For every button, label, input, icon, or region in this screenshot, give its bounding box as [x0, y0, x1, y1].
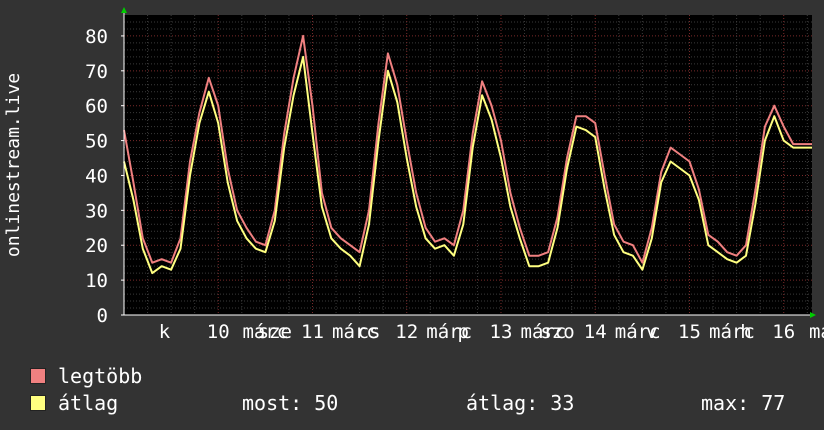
legend-max-swatch — [30, 368, 46, 384]
legend-max: legtöbb — [30, 366, 142, 386]
y-axis-arrow — [121, 7, 127, 13]
y-tick-label: 60 — [85, 96, 108, 118]
x-tick-label: 16 — [772, 321, 795, 343]
x-tick-label: h — [740, 321, 751, 343]
y-tick-label: 40 — [85, 165, 108, 187]
x-tick-label: sze — [258, 321, 292, 343]
chart: 01020304050607080 k 10 márcsze 11 márccs 12 má… — [3, 7, 824, 343]
x-tick-label: 10 — [207, 321, 230, 343]
y-tick-label: 80 — [85, 26, 108, 48]
y-tick-label: 20 — [85, 235, 108, 257]
x-tick-label: v — [646, 321, 657, 343]
legend-max-label: legtöbb — [58, 364, 143, 388]
y-tick-label: 10 — [85, 270, 108, 292]
y-ticks: 0 10 20 30 40 50 60 70 80 — [85, 26, 124, 327]
y-tick-label: 70 — [85, 61, 108, 83]
stat-max: max: 77 — [701, 391, 786, 415]
x-tick-label: p — [458, 321, 469, 343]
y-axis-label: onlinestream.live — [3, 73, 24, 257]
x-tick-label: 15 — [678, 321, 701, 343]
x-tick-label: cs — [358, 321, 381, 343]
legend-avg: átlag — [30, 393, 118, 413]
stat-now: most: 50 — [242, 391, 339, 415]
y-tick-label: 0 — [97, 305, 108, 327]
x-tick-label: 11 — [301, 321, 324, 343]
x-tick-label: már — [809, 321, 824, 343]
legend-avg-label: átlag — [58, 391, 119, 415]
legend-avg-swatch — [30, 395, 46, 411]
x-tick-label: k — [159, 321, 171, 343]
x-tick-label: 14 — [584, 321, 607, 343]
y-tick-label: 30 — [85, 200, 108, 222]
x-axis-arrow — [810, 312, 816, 318]
x-tick-label: 12 — [395, 321, 418, 343]
x-tick-label: szo — [540, 321, 574, 343]
x-tick-label: 13 — [490, 321, 513, 343]
x-ticks: k 10 márcsze 11 márccs 12 márcp 13 márcszo 14 márc… — [159, 321, 824, 343]
stat-avg: átlag: 33 — [466, 391, 575, 415]
y-tick-label: 50 — [85, 131, 108, 153]
